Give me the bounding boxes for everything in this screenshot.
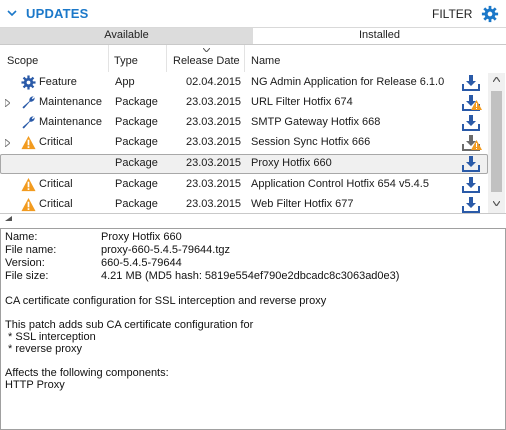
row-type: Package — [115, 116, 158, 128]
row-name: Session Sync Hotfix 666 — [251, 136, 371, 148]
row-name: Proxy Hotfix 660 — [251, 157, 332, 169]
detail-size-label: File size: — [5, 270, 49, 282]
table-row[interactable]: Critical Package 23.03.2015 Application … — [0, 175, 488, 195]
wrench-icon — [22, 116, 35, 129]
detail-file-value: proxy-660-5.4.5-79644.tgz — [101, 244, 231, 256]
detail-description: This patch adds sub CA certificate confi… — [5, 319, 254, 355]
detail-version-value: 660-5.4.5-79644 — [101, 257, 182, 269]
warning-icon — [21, 197, 36, 212]
column-header-name[interactable]: Name — [245, 45, 488, 72]
detail-file-label: File name: — [5, 244, 57, 256]
tab-available[interactable]: Available — [0, 28, 253, 44]
detail-name-row: Name: Proxy Hotfix 660 — [5, 231, 501, 244]
warning-icon — [21, 177, 36, 192]
warning-icon — [471, 140, 482, 150]
scroll-up-arrow-icon[interactable] — [493, 77, 500, 82]
row-scope: Maintenance — [39, 116, 102, 128]
row-scope: Critical — [39, 178, 73, 190]
sort-descending-icon — [203, 48, 210, 52]
detail-version-label: Version: — [5, 257, 45, 269]
download-icon[interactable] — [461, 155, 481, 173]
table-row-selected[interactable]: Package 23.03.2015 Proxy Hotfix 660 — [0, 154, 488, 174]
row-release-date: 02.04.2015 — [186, 76, 242, 88]
row-scope: Maintenance — [39, 96, 102, 108]
row-scope: Feature — [39, 76, 77, 88]
panel-title: UPDATES — [26, 6, 89, 21]
table-row[interactable]: Critical Package 23.03.2015 Web Filter H… — [0, 195, 488, 214]
expand-arrow-icon[interactable] — [5, 139, 10, 147]
update-details-panel: Name: Proxy Hotfix 660 File name: proxy-… — [0, 228, 506, 430]
detail-name-value: Proxy Hotfix 660 — [101, 231, 182, 243]
row-name: URL Filter Hotfix 674 — [251, 96, 353, 108]
collapse-chevron-icon[interactable] — [7, 8, 17, 18]
row-type: Package — [115, 178, 158, 190]
detail-name-label: Name: — [5, 231, 38, 243]
row-name: Web Filter Hotfix 677 — [251, 198, 354, 210]
table-row[interactable]: Maintenance Package 23.03.2015 SMTP Gate… — [0, 113, 488, 133]
download-icon[interactable] — [461, 176, 481, 194]
wrench-icon — [22, 96, 35, 109]
download-icon[interactable] — [461, 196, 481, 214]
filter-button[interactable]: FILTER — [432, 7, 472, 21]
warning-icon — [21, 135, 36, 150]
detail-affects-label: Affects the following components: — [5, 367, 169, 379]
row-type: Package — [115, 136, 158, 148]
table-row[interactable]: Maintenance Package 23.03.2015 URL Filte… — [0, 93, 488, 113]
row-release-date: 23.03.2015 — [186, 157, 242, 169]
row-release-date: 23.03.2015 — [186, 178, 242, 190]
row-type: App — [115, 76, 135, 88]
row-scope: Critical — [39, 198, 73, 210]
warning-icon — [471, 100, 482, 110]
column-header-scope[interactable]: Scope — [0, 45, 109, 72]
row-name: SMTP Gateway Hotfix 668 — [251, 116, 381, 128]
row-release-date: 23.03.2015 — [186, 198, 242, 210]
row-type: Package — [115, 157, 158, 169]
row-type: Package — [115, 96, 158, 108]
settings-gear-icon[interactable] — [481, 5, 499, 23]
row-release-date: 23.03.2015 — [186, 136, 242, 148]
column-header-type[interactable]: Type — [109, 45, 167, 72]
row-release-date: 23.03.2015 — [186, 96, 242, 108]
tab-installed[interactable]: Installed — [253, 28, 506, 44]
gear-icon — [21, 75, 36, 90]
detail-size-value: 4.21 MB (MD5 hash: 5819e554ef790e2dbcadc… — [101, 270, 400, 282]
row-name: NG Admin Application for Release 6.1.0 — [251, 76, 445, 88]
detail-file-row: File name: proxy-660-5.4.5-79644.tgz — [5, 244, 501, 257]
expand-arrow-icon[interactable] — [5, 99, 10, 107]
row-scope: Critical — [39, 136, 73, 148]
detail-size-row: File size: 4.21 MB (MD5 hash: 5819e554ef… — [5, 270, 501, 283]
scrollbar-thumb[interactable] — [491, 91, 502, 192]
scroll-down-arrow-icon[interactable] — [493, 201, 500, 206]
table-row[interactable]: Feature App 02.04.2015 NG Admin Applicat… — [0, 73, 488, 93]
row-type: Package — [115, 198, 158, 210]
detail-version-row: Version: 660-5.4.5-79644 — [5, 257, 501, 270]
table-row[interactable]: Critical Package 23.03.2015 Session Sync… — [0, 133, 488, 153]
row-name: Application Control Hotfix 654 v5.4.5 — [251, 178, 429, 190]
detail-summary: CA certificate configuration for SSL int… — [5, 295, 327, 307]
detail-affects-value: HTTP Proxy — [5, 379, 65, 391]
vertical-scrollbar[interactable] — [488, 73, 505, 213]
row-release-date: 23.03.2015 — [186, 116, 242, 128]
updates-tabs: Available Installed — [0, 27, 506, 44]
splitter-grip-icon[interactable] — [5, 216, 12, 221]
download-icon[interactable] — [461, 114, 481, 132]
download-icon[interactable] — [461, 74, 481, 92]
updates-header: UPDATES FILTER — [0, 0, 506, 28]
updates-table: Scope Type Release Date Name Feature App… — [0, 44, 506, 214]
